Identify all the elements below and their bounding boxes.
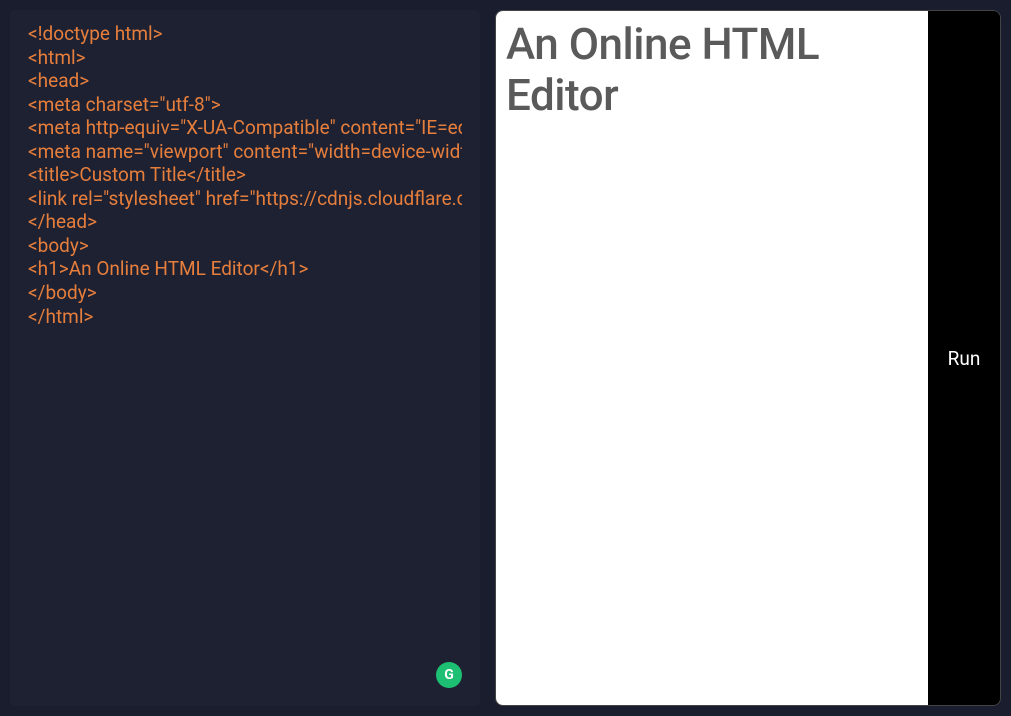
preview-pane: An Online HTML Editor <box>496 11 928 705</box>
preview-container: An Online HTML Editor Run <box>495 10 1001 706</box>
run-panel: Run <box>928 11 1000 705</box>
code-editor-pane: <!doctype html> <html> <head> <meta char… <box>10 10 480 706</box>
code-editor[interactable]: <!doctype html> <html> <head> <meta char… <box>28 22 462 694</box>
run-button[interactable]: Run <box>948 347 981 370</box>
grammarly-letter: G <box>444 667 454 683</box>
grammarly-icon[interactable]: G <box>436 662 462 688</box>
preview-heading: An Online HTML Editor <box>506 19 918 120</box>
